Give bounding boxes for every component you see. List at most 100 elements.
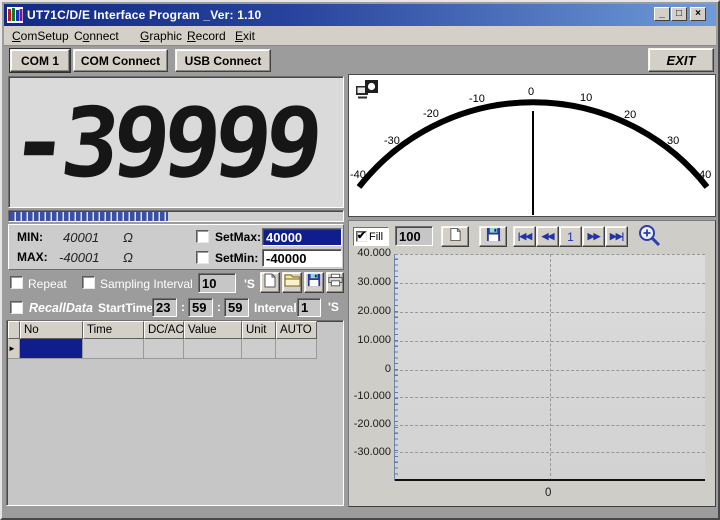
col-header-value[interactable]: Value xyxy=(184,321,242,339)
page-next-button[interactable]: ▶▶ xyxy=(582,226,605,247)
gauge-tick: 0 xyxy=(528,86,534,98)
recall-interval-input[interactable]: 1 xyxy=(297,298,321,317)
y-tick-label: -10.000 xyxy=(349,390,391,402)
repeat-checkbox[interactable] xyxy=(10,276,23,289)
sampling-interval-label: Sampling Interval xyxy=(100,277,193,291)
gauge-tick: 20 xyxy=(624,109,636,121)
setmax-input[interactable]: 40000 xyxy=(262,228,342,246)
menu-graphic[interactable]: Graphic xyxy=(140,29,182,43)
recall-data-checkbox[interactable] xyxy=(10,301,23,314)
exit-button[interactable]: EXIT xyxy=(648,48,714,72)
record-table: No Time DC/AC Value Unit AUTO ► xyxy=(6,320,344,506)
setmin-checkbox[interactable] xyxy=(196,251,209,264)
max-label: MAX: xyxy=(17,250,48,264)
gauge-tick: -30 xyxy=(384,135,400,147)
min-label: MIN: xyxy=(17,230,43,244)
minimize-button[interactable]: _ xyxy=(654,7,670,21)
min-value: 40001 xyxy=(63,230,99,245)
page-last-button[interactable]: ▶▶| xyxy=(605,226,628,247)
setmin-input[interactable]: -40000 xyxy=(262,249,342,267)
fill-checkbox[interactable]: ✔ xyxy=(356,231,367,242)
com-port-button[interactable]: COM 1 xyxy=(10,49,70,72)
y-tick-label: -20.000 xyxy=(349,418,391,430)
fill-label: Fill xyxy=(369,231,383,243)
chart-new-button[interactable] xyxy=(441,226,469,247)
app-window: UT71C/D/E Interface Program _Ver: 1.10 _… xyxy=(0,0,720,520)
page-prev-button[interactable]: ◀◀ xyxy=(536,226,559,247)
time-separator-2: : xyxy=(217,300,221,314)
table-cell[interactable] xyxy=(184,339,242,359)
recall-interval-label: Interval xyxy=(254,301,297,315)
setmax-label: SetMax: xyxy=(215,230,261,244)
new-document-icon xyxy=(449,227,462,247)
usb-connect-button[interactable]: USB Connect xyxy=(175,49,271,72)
print-button[interactable] xyxy=(326,272,344,293)
new-document-icon xyxy=(263,273,277,293)
table-cell[interactable] xyxy=(83,339,144,359)
start-hours-input[interactable]: 23 xyxy=(152,298,177,317)
page-number[interactable]: 1 xyxy=(559,226,582,247)
row-marker: ► xyxy=(8,339,20,359)
table-cell[interactable] xyxy=(144,339,184,359)
max-unit: Ω xyxy=(123,250,133,265)
table-cell[interactable] xyxy=(276,339,317,359)
zoom-in-icon[interactable] xyxy=(637,223,663,254)
page-first-button[interactable]: |◀◀ xyxy=(513,226,536,247)
menu-exit[interactable]: Exit xyxy=(235,29,255,43)
sampling-interval-input[interactable]: 10 xyxy=(198,273,236,293)
com-connect-button[interactable]: COM Connect xyxy=(73,49,168,72)
max-value: -40001 xyxy=(59,250,99,265)
chart-save-button[interactable] xyxy=(479,226,507,247)
range-progress-fill xyxy=(10,212,168,221)
menu-connect[interactable]: Connect xyxy=(74,29,119,43)
x-axis-line xyxy=(395,479,705,481)
maximize-button[interactable]: □ xyxy=(671,7,687,21)
start-seconds-input[interactable]: 59 xyxy=(224,298,249,317)
gauge-tick: -20 xyxy=(423,108,439,120)
col-header-auto[interactable]: AUTO xyxy=(276,321,317,339)
menu-comsetup[interactable]: ComSetup xyxy=(12,29,69,43)
gauge-tick: -40 xyxy=(350,169,366,181)
gauge-tick: 30 xyxy=(667,135,679,147)
plot-area[interactable] xyxy=(394,254,705,481)
col-header-dcac[interactable]: DC/AC xyxy=(144,321,184,339)
chart-panel: ✔ Fill 100 |◀◀ ◀◀ 1 ▶▶ ▶▶| xyxy=(348,220,716,507)
min-unit: Ω xyxy=(123,230,133,245)
fill-option[interactable]: ✔ Fill xyxy=(353,227,389,246)
x-tick-label: 0 xyxy=(545,487,551,499)
open-file-button[interactable] xyxy=(282,272,302,293)
gridline xyxy=(550,254,551,481)
minmax-panel: MIN: 40001 Ω MAX: -40001 Ω SetMax: 40000… xyxy=(8,224,344,270)
start-minutes-input[interactable]: 59 xyxy=(188,298,213,317)
range-progress-bar xyxy=(8,210,344,222)
setmax-checkbox[interactable] xyxy=(196,230,209,243)
table-cell[interactable] xyxy=(242,339,276,359)
sampling-interval-checkbox[interactable] xyxy=(82,276,95,289)
col-header-no[interactable]: No xyxy=(20,321,83,339)
title-bar[interactable]: UT71C/D/E Interface Program _Ver: 1.10 xyxy=(4,4,716,26)
col-header-unit[interactable]: Unit xyxy=(242,321,276,339)
save-button[interactable] xyxy=(304,272,324,293)
gauge-tick: 40 xyxy=(699,169,711,181)
new-file-button[interactable] xyxy=(260,272,280,293)
buffer-size-input[interactable]: 100 xyxy=(395,226,433,246)
start-time-label: StartTime xyxy=(98,301,153,315)
y-tick-label: 0 xyxy=(349,363,391,375)
repeat-label: Repeat xyxy=(28,277,67,291)
gauge-tick: -10 xyxy=(469,93,485,105)
y-tick-label: 40.000 xyxy=(349,247,391,259)
col-header-time[interactable]: Time xyxy=(83,321,144,339)
analog-gauge: -40 -30 -20 -10 0 10 20 30 40 xyxy=(348,74,716,217)
table-cell-selected[interactable] xyxy=(20,339,83,359)
y-tick-label: 30.000 xyxy=(349,276,391,288)
open-folder-icon xyxy=(284,273,301,292)
menu-bar: ComSetup Connect Graphic Record Exit xyxy=(4,26,716,46)
time-separator-1: : xyxy=(181,300,185,314)
lcd-display: -39999 xyxy=(8,76,344,208)
close-button[interactable]: × xyxy=(690,7,706,21)
menu-record[interactable]: Record xyxy=(187,29,226,43)
y-axis-minor-ticks xyxy=(394,254,398,481)
save-floppy-icon xyxy=(307,273,321,292)
app-icon xyxy=(7,7,23,23)
setmin-label: SetMin: xyxy=(215,251,258,265)
